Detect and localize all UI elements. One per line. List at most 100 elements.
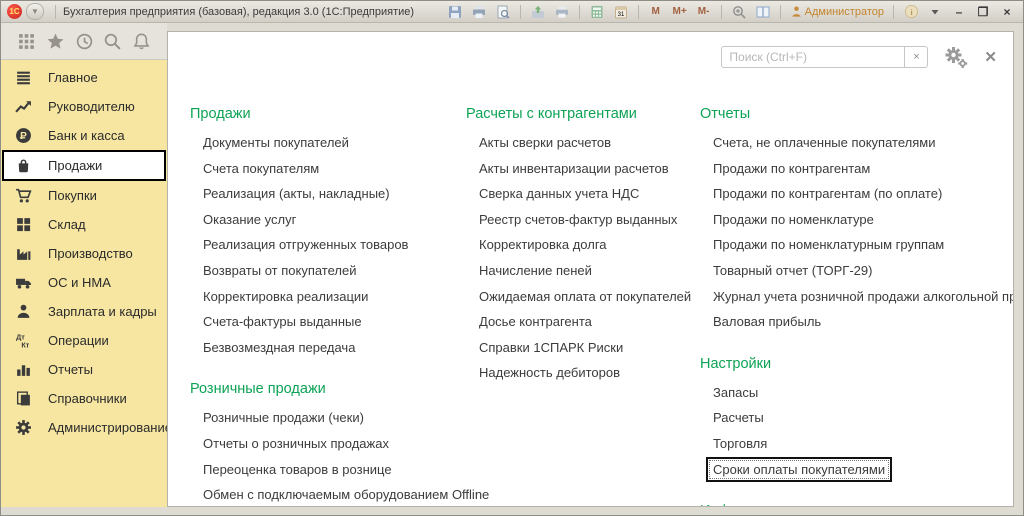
memory-minus-button[interactable]: M- xyxy=(694,4,714,20)
panel-close-icon[interactable]: ✕ xyxy=(984,50,997,65)
calendar-icon[interactable]: 31 xyxy=(611,4,631,20)
sidebar-item-главное[interactable]: Главное xyxy=(1,63,167,92)
send-document-icon[interactable] xyxy=(528,4,548,20)
1c-logo-icon[interactable]: 1С xyxy=(7,4,22,19)
menu-link[interactable]: Сроки оплаты покупателями xyxy=(700,457,1014,483)
menu-link[interactable]: Счета покупателям xyxy=(190,156,462,182)
menu-link[interactable]: Акты сверки расчетов xyxy=(466,130,698,156)
window-title: Бухгалтерия предприятия (базовая), редак… xyxy=(63,6,414,18)
menu-link[interactable]: Обмен с подключаемым оборудованием Offli… xyxy=(190,482,462,507)
menu-link[interactable]: Расчеты xyxy=(700,405,1014,431)
memory-button[interactable]: M xyxy=(646,4,666,20)
info-icon[interactable]: i xyxy=(901,4,921,20)
menu-link[interactable]: Ожидаемая оплата от покупателей xyxy=(466,284,698,310)
sidebar-item-ос-и-нма[interactable]: ОС и НМА xyxy=(1,268,167,297)
menu-link[interactable]: Счета, не оплаченные покупателями xyxy=(700,130,1014,156)
sidebar-item-зарплата-и-кадры[interactable]: Зарплата и кадры xyxy=(1,297,167,326)
sidebar-item-производство[interactable]: Производство xyxy=(1,239,167,268)
menu-link[interactable]: Начисление пеней xyxy=(466,258,698,284)
panel-settings-gear-icon[interactable] xyxy=(942,46,968,68)
menu-link[interactable]: Реализация (акты, накладные) xyxy=(190,181,462,207)
menu-link[interactable]: Запасы xyxy=(700,380,1014,406)
menu-section: ИнформацияНовости xyxy=(700,501,1014,507)
person-icon xyxy=(14,303,33,320)
menu-link[interactable]: Продажи по номенклатуре xyxy=(700,207,1014,233)
current-user[interactable]: Администратор xyxy=(788,4,886,20)
sidebar-item-label: Отчеты xyxy=(48,362,93,377)
menu-link[interactable]: Надежность дебиторов xyxy=(466,360,698,386)
split-window-icon[interactable] xyxy=(753,4,773,20)
menu-link[interactable]: Продажи по контрагентам xyxy=(700,156,1014,182)
menu-link[interactable]: Сверка данных учета НДС xyxy=(466,181,698,207)
menu-link[interactable]: Валовая прибыль xyxy=(700,309,1014,335)
menu-link[interactable]: Розничные продажи (чеки) xyxy=(190,405,462,431)
search-input[interactable] xyxy=(721,46,904,68)
menu-link[interactable]: Справки 1СПАРК Риски xyxy=(466,335,698,361)
calculator-icon xyxy=(590,5,604,19)
section-title: Продажи xyxy=(190,104,462,125)
menu-link[interactable]: Корректировка реализации xyxy=(190,284,462,310)
calculator-icon[interactable] xyxy=(587,4,607,20)
menu-link[interactable]: Журнал учета розничной продажи алкогольн… xyxy=(700,284,1014,310)
current-user-label: Администратор xyxy=(805,6,884,18)
menu-link[interactable]: Переоценка товаров в рознице xyxy=(190,457,462,483)
truck-icon xyxy=(14,274,33,291)
section-title: Расчеты с контрагентами xyxy=(466,104,698,125)
menu-link[interactable]: Оказание услуг xyxy=(190,207,462,233)
search-icon[interactable] xyxy=(103,32,122,51)
close-button[interactable]: × xyxy=(997,4,1017,20)
maximize-button[interactable]: ❐ xyxy=(973,4,993,20)
menu-link[interactable]: Акты инвентаризации расчетов xyxy=(466,156,698,182)
menu-link[interactable]: Документы покупателей xyxy=(190,130,462,156)
menu-link[interactable]: Реестр счетов-фактур выданных xyxy=(466,207,698,233)
chevron-down-icon xyxy=(930,7,940,17)
menu-link[interactable]: Возвраты от покупателей xyxy=(190,258,462,284)
sidebar-item-продажи[interactable]: Продажи xyxy=(2,150,166,181)
sidebar-item-отчеты[interactable]: Отчеты xyxy=(1,355,167,384)
menu-link[interactable]: Досье контрагента xyxy=(466,309,698,335)
menu-link[interactable]: Продажи по номенклатурным группам xyxy=(700,232,1014,258)
menu-link[interactable]: Счета-фактуры выданные xyxy=(190,309,462,335)
menu-link[interactable]: Безвозмездная передача xyxy=(190,335,462,361)
user-icon xyxy=(790,5,803,18)
quick-print-icon[interactable] xyxy=(552,4,572,20)
sidebar-item-справочники[interactable]: Справочники xyxy=(1,384,167,413)
sidebar-item-руководителю[interactable]: Руководителю xyxy=(1,92,167,121)
sidebar-item-label: Склад xyxy=(48,217,86,232)
history-icon[interactable] xyxy=(75,32,94,51)
menu-link[interactable]: Торговля xyxy=(700,431,1014,457)
chevron-down-icon[interactable] xyxy=(925,4,945,20)
save-icon[interactable] xyxy=(445,4,465,20)
zoom-icon[interactable] xyxy=(729,4,749,20)
memory-plus-button[interactable]: M+ xyxy=(670,4,690,20)
sidebar-item-склад[interactable]: Склад xyxy=(1,210,167,239)
sidebar-item-администрирование[interactable]: Администрирование xyxy=(1,413,167,442)
menu-link[interactable]: Корректировка долга xyxy=(466,232,698,258)
divider xyxy=(638,5,639,19)
menu-link[interactable]: Отчеты о розничных продажах xyxy=(190,431,462,457)
highlighted-menu-link[interactable]: Сроки оплаты покупателями xyxy=(706,457,892,482)
svg-text:Кт: Кт xyxy=(21,340,29,349)
divider xyxy=(780,5,781,19)
print-preview-icon[interactable] xyxy=(493,4,513,20)
sidebar-item-label: Справочники xyxy=(48,391,127,406)
divider xyxy=(520,5,521,19)
divider xyxy=(55,5,56,19)
system-menu-button[interactable]: ▼ xyxy=(26,3,44,20)
menu-section: НастройкиЗапасыРасчетыТорговляСроки опла… xyxy=(700,354,1014,482)
menu-link[interactable]: Реализация отгруженных товаров xyxy=(190,232,462,258)
minimize-button[interactable]: – xyxy=(949,4,969,20)
search-clear-button[interactable]: × xyxy=(904,46,928,68)
warehouse-grid-icon xyxy=(14,216,33,233)
menu-section: Розничные продажиРозничные продажи (чеки… xyxy=(190,379,462,507)
trend-chart-icon xyxy=(14,98,33,115)
notifications-bell-icon[interactable] xyxy=(132,32,151,51)
menu-link[interactable]: Товарный отчет (ТОРГ-29) xyxy=(700,258,1014,284)
sidebar-item-операции[interactable]: ДтКтОперации xyxy=(1,326,167,355)
star-icon[interactable] xyxy=(46,32,65,51)
sidebar-item-банк-и-касса[interactable]: РБанк и касса xyxy=(1,121,167,150)
apps-grid-icon[interactable] xyxy=(17,32,36,51)
sidebar-item-покупки[interactable]: Покупки xyxy=(1,181,167,210)
menu-link[interactable]: Продажи по контрагентам (по оплате) xyxy=(700,181,1014,207)
print-icon[interactable] xyxy=(469,4,489,20)
